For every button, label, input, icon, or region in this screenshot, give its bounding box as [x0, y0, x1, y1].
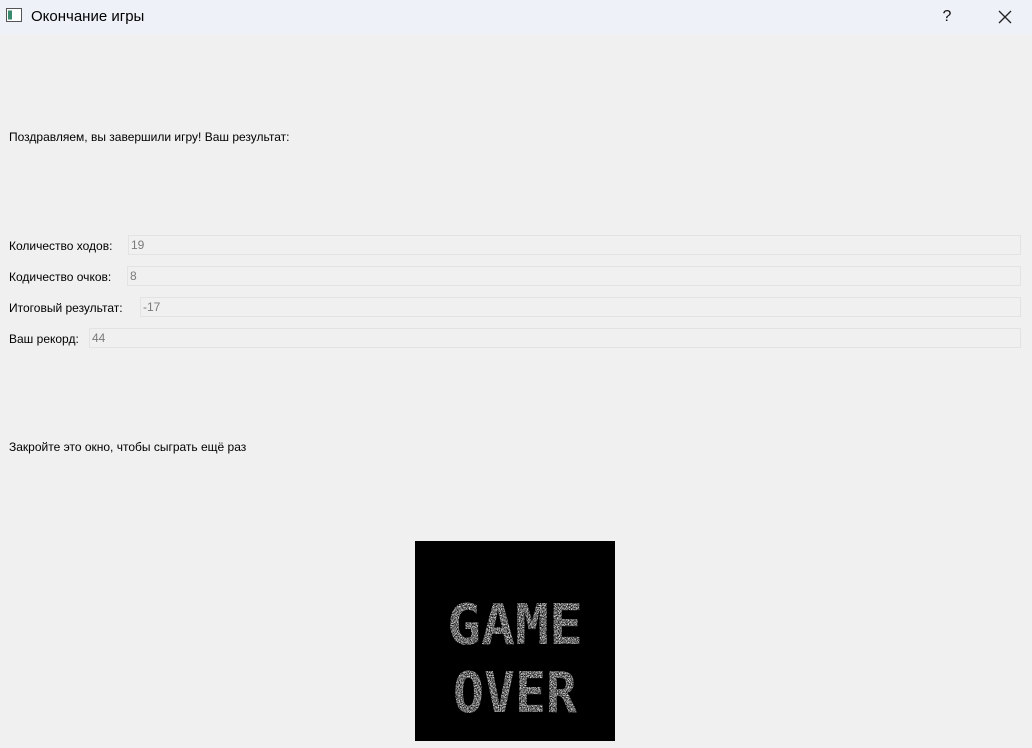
game-over-image: GAME OVER — [415, 541, 615, 741]
window-title: Окончание игры — [31, 8, 145, 25]
record-label: Ваш рекорд: — [9, 332, 79, 346]
close-button[interactable] — [982, 0, 1028, 34]
total-field[interactable]: -17 — [140, 297, 1021, 317]
total-label: Итоговый результат: — [9, 301, 123, 315]
close-icon — [998, 10, 1012, 24]
record-field[interactable]: 44 — [89, 328, 1021, 348]
moves-field[interactable]: 19 — [128, 235, 1021, 255]
title-bar: Окончание игры ? — [0, 0, 1032, 34]
game-over-line2: OVER — [453, 661, 577, 726]
game-over-graphic: GAME OVER — [447, 593, 583, 726]
app-window-icon — [6, 8, 22, 22]
game-over-line1: GAME — [447, 593, 583, 658]
moves-label: Количество ходов: — [9, 239, 113, 253]
hint-label: Закройте это окно, чтобы сыграть ещё раз — [9, 440, 247, 454]
help-button[interactable]: ? — [924, 0, 970, 34]
points-field[interactable]: 8 — [127, 266, 1021, 286]
congrats-label: Поздравляем, вы завершили игру! Ваш резу… — [9, 130, 290, 144]
points-label: Кодичество очков: — [9, 270, 112, 284]
